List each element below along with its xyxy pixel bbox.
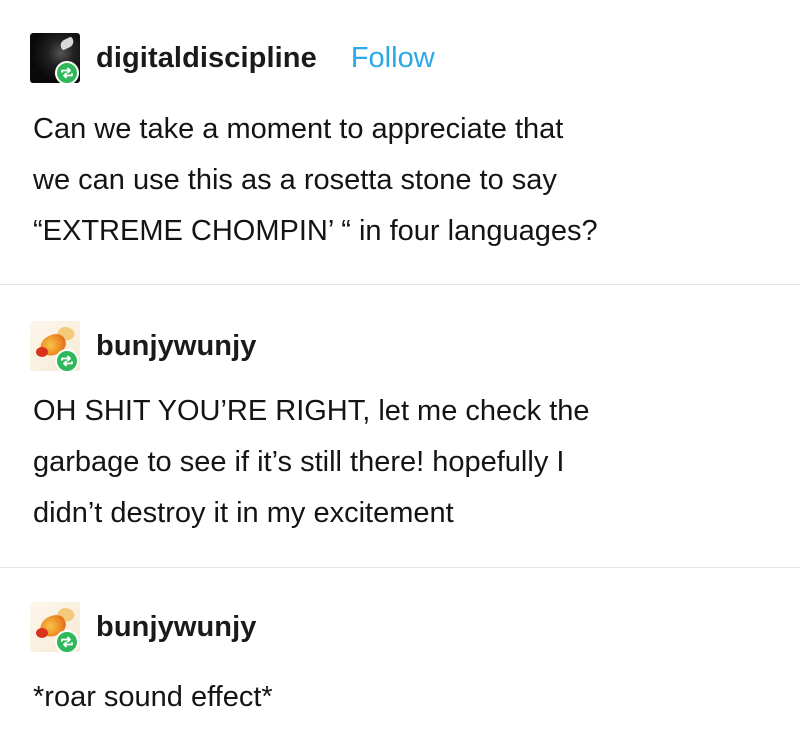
post-body-line: garbage to see if it’s still there! hope… [33, 446, 565, 478]
post-body-line: “EXTREME CHOMPIN’ “ in four languages? [33, 215, 598, 247]
username-link[interactable]: bunjywunjy [96, 330, 257, 363]
post-header: bunjywunjy [30, 599, 257, 655]
reblog-post-2: bunjywunjy OH SHIT YOU’RE RIGHT, let me … [0, 286, 800, 568]
reblog-icon [55, 61, 79, 85]
post-body-line: we can use this as a rosetta stone to sa… [33, 164, 557, 196]
post-body: *roar sound effect* [33, 672, 760, 723]
post-body-line: *roar sound effect* [33, 681, 273, 713]
post-body: OH SHIT YOU’RE RIGHT, let me check the g… [33, 386, 760, 539]
post-header: bunjywunjy [30, 318, 257, 374]
avatar-group[interactable] [30, 602, 80, 654]
fish-head-shape [36, 347, 48, 357]
post-body-line: OH SHIT YOU’RE RIGHT, let me check the [33, 395, 590, 427]
reblog-icon [55, 349, 79, 373]
reblog-post-1: digitaldiscipline Follow Can we take a m… [0, 0, 800, 285]
post-divider [0, 567, 800, 568]
reblog-icon [55, 630, 79, 654]
post-body-line: Can we take a moment to appreciate that [33, 113, 564, 145]
follow-button[interactable]: Follow [351, 42, 435, 75]
avatar-group[interactable] [30, 33, 80, 85]
avatar-glint [58, 36, 76, 51]
post-divider [0, 284, 800, 285]
reblog-post-3: bunjywunjy *roar sound effect* [0, 569, 800, 746]
post-body-line: didn’t destroy it in my excitement [33, 497, 454, 529]
username-link[interactable]: bunjywunjy [96, 611, 257, 644]
username-link[interactable]: digitaldiscipline [96, 42, 317, 75]
post-body: Can we take a moment to appreciate that … [33, 104, 760, 257]
fish-head-shape [36, 628, 48, 638]
avatar-group[interactable] [30, 321, 80, 373]
post-header: digitaldiscipline Follow [30, 30, 435, 86]
